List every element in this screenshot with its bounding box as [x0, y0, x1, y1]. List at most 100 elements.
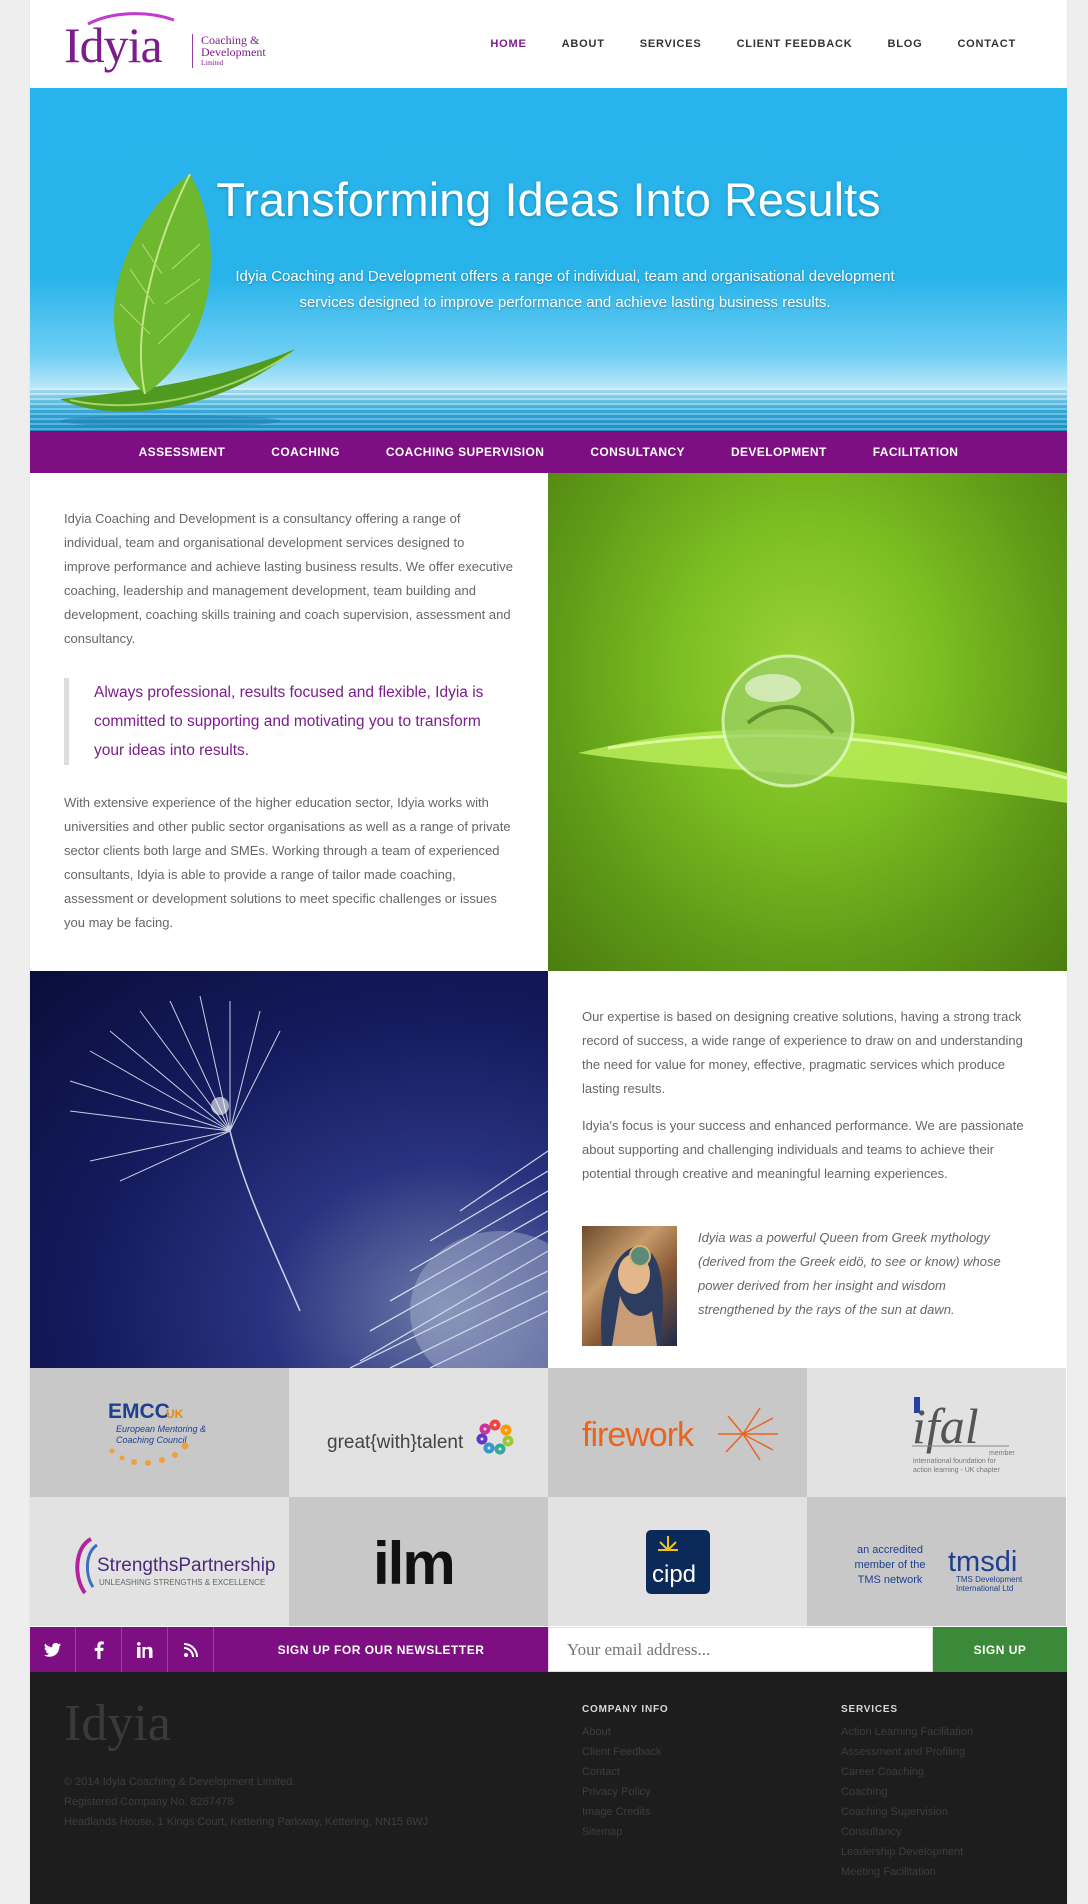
footer-logo[interactable]: Idyia	[64, 1694, 171, 1753]
main-nav: HOME ABOUT SERVICES CLIENT FEEDBACK BLOG…	[455, 38, 1016, 50]
emcc-line-1: European Mentoring &	[116, 1424, 206, 1434]
cipd-text: cipd	[652, 1561, 696, 1588]
ifal-line-2: action learning - UK chapter	[913, 1467, 1000, 1474]
footer-company-heading: COMPANY INFO	[582, 1704, 669, 1715]
nav-blog[interactable]: BLOG	[887, 38, 922, 50]
intro-paragraph-2: With extensive experience of the higher …	[64, 795, 511, 930]
newsletter-label: SIGN UP FOR OUR NEWSLETTER	[277, 1642, 485, 1657]
partner-great-with-talent[interactable]: great{with}talent	[289, 1368, 548, 1497]
gwt-text: great{with}talent	[327, 1432, 464, 1453]
about-paragraph-1: Our expertise is based on designing crea…	[582, 1009, 1023, 1096]
tms-line-3: TMS network	[857, 1574, 922, 1586]
logo-divider	[192, 34, 193, 68]
newsletter-bar: SIGN UP FOR OUR NEWSLETTER SIGN UP	[30, 1627, 1067, 1672]
footer-service-meeting-facilitation[interactable]: Meeting Facilitation	[841, 1862, 973, 1882]
footer-link-sitemap[interactable]: Sitemap	[582, 1822, 662, 1842]
emcc-main-text: EMCC	[108, 1400, 170, 1423]
dandelion-image	[30, 971, 548, 1368]
tmsdi-logo-icon: an accredited member of the TMS network …	[854, 1544, 1023, 1593]
nav-services[interactable]: SERVICES	[640, 38, 702, 50]
footer-company-info: © 2014 Idyia Coaching & Development Limi…	[64, 1772, 428, 1832]
great-with-talent-logo-icon: great{with}talent	[327, 1419, 513, 1454]
facebook-link[interactable]	[76, 1627, 122, 1672]
site-footer: Idyia © 2014 Idyia Coaching & Developmen…	[30, 1672, 1067, 1904]
tms-line-2: member of the	[854, 1559, 925, 1571]
waterdrop-icon	[578, 654, 1067, 803]
footer-link-privacy-policy[interactable]: Privacy Policy	[582, 1782, 662, 1802]
nav-about[interactable]: ABOUT	[562, 38, 605, 50]
footer-link-about[interactable]: About	[582, 1722, 662, 1742]
footer-copyright: © 2014 Idyia Coaching & Development Limi…	[64, 1776, 296, 1788]
linkedin-link[interactable]	[122, 1627, 168, 1672]
partner-ilm[interactable]: ilm	[289, 1497, 548, 1626]
footer-service-coaching[interactable]: Coaching	[841, 1782, 973, 1802]
partner-emcc[interactable]: EMCC UK European Mentoring & Coaching Co…	[30, 1368, 289, 1497]
tmsdi-sub-2: International Ltd	[956, 1584, 1013, 1593]
footer-link-client-feedback[interactable]: Client Feedback	[582, 1742, 662, 1762]
signup-button[interactable]: SIGN UP	[933, 1627, 1067, 1672]
strengths-tagline: UNLEASHING STRENGTHS & EXCELLENCE	[99, 1578, 265, 1587]
hero-banner: Transforming Ideas Into Results Idyia Co…	[30, 88, 1067, 431]
partner-ifal[interactable]: ifal member international foundation for…	[807, 1368, 1066, 1497]
intro-quote: Always professional, results focused and…	[64, 678, 514, 765]
service-assessment[interactable]: ASSESSMENT	[139, 445, 226, 459]
emcc-logo-icon: EMCC UK European Mentoring & Coaching Co…	[108, 1400, 206, 1466]
site-logo[interactable]: Idyia Coaching & Development Limited	[64, 10, 304, 80]
strengths-partnership-logo-icon: StrengthsPartnership UNLEASHING STRENGTH…	[74, 1536, 275, 1594]
footer-service-consultancy[interactable]: Consultancy	[841, 1822, 973, 1842]
service-facilitation[interactable]: FACILITATION	[873, 445, 959, 459]
waterdrop-leaf-image	[548, 473, 1067, 971]
email-input[interactable]	[548, 1627, 933, 1672]
rss-icon	[183, 1642, 198, 1657]
footer-link-contact[interactable]: Contact	[582, 1762, 662, 1782]
nav-client-feedback[interactable]: CLIENT FEEDBACK	[737, 38, 853, 50]
idyia-portrait-image	[582, 1226, 677, 1346]
logo-wordmark: Idyia	[64, 17, 163, 73]
strengths-text: StrengthsPartnership	[97, 1555, 275, 1576]
footer-service-assessment[interactable]: Assessment and Profiling	[841, 1742, 973, 1762]
ilm-logo-icon: ilm	[373, 1530, 456, 1597]
service-development[interactable]: DEVELOPMENT	[731, 445, 827, 459]
about-paragraph-2: Idyia's focus is your success and enhanc…	[582, 1118, 1024, 1181]
ilm-text: ilm	[373, 1530, 454, 1597]
partner-cipd[interactable]: cipd	[548, 1497, 807, 1626]
about-section: Our expertise is based on designing crea…	[548, 971, 1067, 1368]
myth-text: Idyia was a powerful Queen from Greek my…	[698, 1230, 1001, 1317]
firework-text: firework	[582, 1416, 695, 1454]
linkedin-icon	[136, 1641, 152, 1658]
footer-company-number: Registered Company No. 8267478	[64, 1796, 234, 1808]
firework-logo-icon: firework	[582, 1407, 778, 1460]
rss-link[interactable]	[168, 1627, 214, 1672]
facebook-icon	[94, 1640, 104, 1659]
footer-services-links: Action Learning Facilitation Assessment …	[841, 1722, 973, 1882]
ifal-logo-icon: ifal member international foundation for…	[911, 1396, 1015, 1474]
partner-firework[interactable]: firework	[548, 1368, 807, 1497]
footer-service-leadership-development[interactable]: Leadership Development	[841, 1842, 973, 1862]
dandelion-seed-icon	[69, 995, 548, 1368]
partner-tmsdi[interactable]: an accredited member of the TMS network …	[807, 1497, 1066, 1626]
footer-service-coaching-supervision[interactable]: Coaching Supervision	[841, 1802, 973, 1822]
footer-link-image-credits[interactable]: Image Credits	[582, 1802, 662, 1822]
ifal-line-1: international foundation for	[913, 1458, 997, 1465]
site-header: Idyia Coaching & Development Limited HOM…	[30, 0, 1067, 88]
partner-strengths-partnership[interactable]: StrengthsPartnership UNLEASHING STRENGTH…	[30, 1497, 289, 1626]
twitter-link[interactable]	[30, 1627, 76, 1672]
services-bar: ASSESSMENT COACHING COACHING SUPERVISION…	[30, 431, 1067, 473]
cipd-logo-icon: cipd	[645, 1529, 710, 1594]
footer-service-action-learning[interactable]: Action Learning Facilitation	[841, 1722, 973, 1742]
emcc-uk-text: UK	[166, 1407, 184, 1421]
hero-title: Transforming Ideas Into Results	[216, 173, 881, 226]
footer-service-career-coaching[interactable]: Career Coaching	[841, 1762, 973, 1782]
logo-subtitle-3: Limited	[201, 59, 224, 67]
footer-company-links: About Client Feedback Contact Privacy Po…	[582, 1722, 662, 1842]
intro-section: Idyia Coaching and Development is a cons…	[30, 473, 548, 971]
logo-subtitle-2: Development	[201, 45, 266, 59]
service-coaching-supervision[interactable]: COACHING SUPERVISION	[386, 445, 544, 459]
nav-contact[interactable]: CONTACT	[957, 38, 1016, 50]
nav-home[interactable]: HOME	[490, 38, 526, 50]
service-consultancy[interactable]: CONSULTANCY	[590, 445, 685, 459]
twitter-icon	[43, 1642, 61, 1657]
hero-text: Idyia Coaching and Development offers a …	[235, 268, 895, 311]
tmsdi-sub-1: TMS Development	[956, 1575, 1023, 1584]
service-coaching[interactable]: COACHING	[271, 445, 340, 459]
